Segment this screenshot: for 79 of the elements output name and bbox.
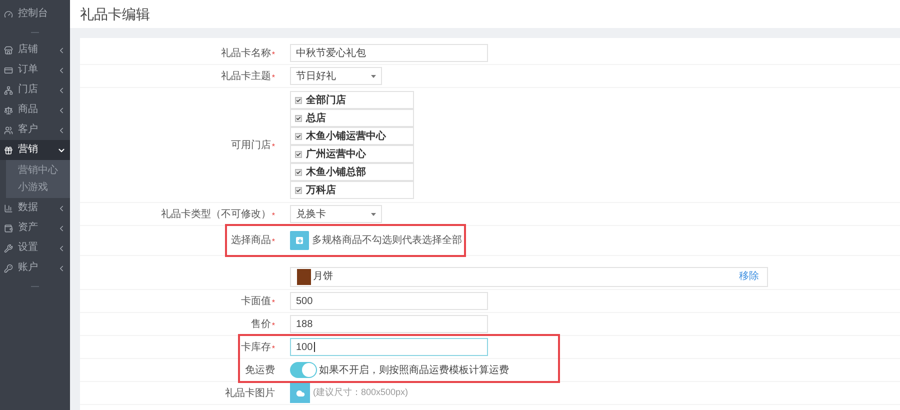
checkbox[interactable] — [295, 96, 302, 104]
card-icon — [4, 66, 13, 74]
sidebar-item[interactable]: 商品 — [0, 100, 70, 120]
chevron-left-icon — [57, 244, 66, 252]
store-option[interactable]: 万科店 — [290, 181, 414, 199]
sidebar-item[interactable]: 订单 — [0, 60, 70, 80]
sidebar-item[interactable]: 数据 — [0, 198, 70, 218]
wrench-icon — [4, 244, 13, 252]
hint-text: 多规格商品不勾选则代表选择全部 — [312, 234, 462, 248]
gauge-icon — [4, 10, 13, 18]
checkbox[interactable] — [295, 114, 302, 122]
required-mark: * — [272, 140, 275, 152]
store-option[interactable]: 木鱼小铺总部 — [290, 163, 414, 181]
toggle-switch[interactable] — [290, 362, 317, 378]
field-label: 卡面值 — [240, 294, 271, 308]
required-mark: * — [272, 48, 275, 60]
photo-placeholder — [297, 268, 311, 284]
checkbox[interactable] — [295, 132, 302, 140]
network-icon — [4, 86, 13, 94]
field-label: 礼品卡图片 — [225, 386, 275, 400]
hint-text: 如果不开启，则按照商品运费模板计算运费 — [319, 364, 509, 378]
chevron-left-icon — [57, 46, 66, 54]
select-dropdown[interactable]: 兑换卡 — [290, 205, 382, 223]
checkbox[interactable] — [295, 168, 302, 176]
sidebar-item[interactable]: 账户 — [0, 258, 70, 278]
text-input[interactable]: 100 — [290, 338, 488, 356]
field-label: 免运费 — [245, 364, 275, 378]
select-dropdown[interactable]: 节日好礼 — [290, 67, 382, 85]
gift-icon — [4, 146, 13, 154]
wallet-icon — [4, 224, 13, 232]
product-name: 月饼 — [313, 270, 333, 284]
field-label: 选择商品 — [230, 234, 271, 248]
store-option[interactable]: 木鱼小铺运营中心 — [290, 127, 414, 145]
sidebar-item[interactable]: 设置 — [0, 238, 70, 258]
required-mark: * — [272, 210, 275, 222]
scale-icon — [4, 106, 13, 114]
store-option[interactable]: 总店 — [290, 109, 414, 127]
chevron-left-icon — [57, 106, 66, 114]
text-input[interactable]: 中秋节爱心礼包 — [290, 44, 488, 62]
sidebar-item[interactable]: 控制台 — [0, 4, 70, 24]
field-label: 礼品卡类型（不可修改） — [160, 208, 271, 222]
field-label: 售价 — [250, 318, 271, 332]
sidebar-item[interactable]: 门店 — [0, 80, 70, 100]
chevron-left-icon — [57, 86, 66, 94]
store-option[interactable]: 全部门店 — [290, 91, 414, 109]
key-icon — [4, 264, 13, 272]
chevron-left-icon — [57, 264, 66, 272]
sidebar-item[interactable]: 营销 — [0, 140, 70, 160]
required-mark: * — [272, 72, 275, 84]
caret-icon — [371, 212, 376, 216]
field-label: 礼品卡名称 — [220, 46, 271, 60]
required-mark: * — [272, 236, 275, 248]
store-option[interactable]: 广州运营中心 — [290, 145, 414, 163]
caret-icon — [371, 74, 376, 78]
text-input[interactable]: 188 — [290, 315, 488, 333]
plus-icon — [296, 238, 302, 244]
required-mark: * — [272, 296, 275, 308]
hint-text: (建议尺寸：800x500px) — [313, 386, 408, 400]
chevron-left-icon — [57, 126, 66, 134]
remove-link[interactable]: 移除 — [739, 269, 759, 284]
sidebar-item[interactable]: 客户 — [0, 120, 70, 140]
cloud-upload-icon — [296, 388, 304, 398]
text-input[interactable]: 500 — [290, 292, 488, 310]
field-label: 卡库存 — [240, 340, 271, 354]
checkbox[interactable] — [295, 150, 302, 158]
bar-chart-icon — [4, 204, 13, 212]
sidebar-item[interactable]: 店铺 — [0, 40, 70, 60]
required-mark: * — [272, 320, 275, 332]
chevron-left-icon — [57, 224, 66, 232]
chevron-left-icon — [57, 66, 66, 74]
users-icon — [4, 126, 13, 134]
store-icon — [4, 46, 13, 54]
required-mark: * — [272, 342, 275, 354]
page-title: 礼品卡编辑 — [80, 4, 150, 24]
field-label: 礼品卡主题 — [220, 70, 271, 84]
field-label: 可用门店 — [230, 138, 271, 152]
chevron-left-icon — [57, 204, 66, 212]
checkbox[interactable] — [295, 186, 302, 194]
sidebar-item[interactable]: 资产 — [0, 218, 70, 238]
